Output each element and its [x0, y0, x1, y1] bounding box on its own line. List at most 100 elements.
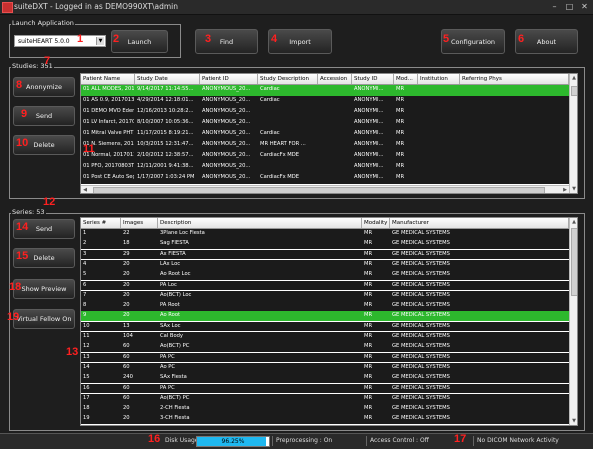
- study-row[interactable]: 01 AS 0.9, 20170131T0906464/29/2014 12:1…: [81, 96, 569, 107]
- cell-modality: MR: [364, 363, 373, 370]
- access-control-status: Access Control : Off: [370, 437, 429, 444]
- cell-study-id: ANONYMI...: [354, 141, 384, 147]
- cell-description: PA Loc: [160, 281, 177, 288]
- column-header-manufacturer[interactable]: Manufacturer: [390, 218, 569, 228]
- cell-study-date: 10/3/2015 12:31:47...: [137, 141, 194, 147]
- column-header-accession[interactable]: Accession: [318, 74, 352, 84]
- series-row[interactable]: 9 20 Ao Root MR GE MEDICAL SYSTEMS: [81, 311, 569, 322]
- studies-vertical-scrollbar[interactable]: ▲ ▼: [569, 74, 577, 193]
- column-header-patient-id[interactable]: Patient ID: [200, 74, 258, 84]
- study-row[interactable]: 01 PFO, 20170803T11333712/11/2001 9:41:3…: [81, 162, 569, 173]
- cell-study-id: ANONYMI...: [354, 108, 384, 114]
- column-header-study-description[interactable]: Study Description: [258, 74, 318, 84]
- configuration-button[interactable]: Configuration: [441, 29, 505, 54]
- cell-study-id: ANONYMI...: [354, 86, 384, 92]
- about-button[interactable]: About: [515, 29, 578, 54]
- series-row[interactable]: 4 20 LAx Loc MR GE MEDICAL SYSTEMS: [81, 259, 569, 270]
- cell-images: 22: [123, 230, 130, 236]
- callout-12: 12: [43, 196, 56, 208]
- cell-description: Ao PC: [160, 363, 176, 370]
- series-row[interactable]: 1 22 3Plane Loc Fiesta MR GE MEDICAL SYSTEMS: [81, 229, 569, 239]
- study-row[interactable]: 01 LV Infarct, 20170113T09...8/10/2007 1…: [81, 118, 569, 129]
- cell-description: LAx Loc: [160, 260, 181, 267]
- series-row[interactable]: 14 60 Ao PC MR GE MEDICAL SYSTEMS: [81, 362, 569, 373]
- cell-series-number: 14: [83, 363, 90, 370]
- cell-patient-name: 01 ALL MODES, 20171113T...: [83, 86, 134, 92]
- study-row[interactable]: 01 Mitral Valve PHT, 201701...11/17/2015…: [81, 129, 569, 140]
- column-header-modality[interactable]: Modality: [362, 218, 390, 228]
- column-header-referring-physician[interactable]: Referring Phys: [460, 74, 569, 84]
- series-row[interactable]: 16 60 PA PC MR GE MEDICAL SYSTEMS: [81, 383, 569, 394]
- cell-description: Sag FIESTA: [160, 240, 189, 247]
- series-row[interactable]: 6 20 PA Loc MR GE MEDICAL SYSTEMS: [81, 280, 569, 291]
- anonymize-button[interactable]: Anonymize: [13, 77, 75, 97]
- series-row[interactable]: 15 240 SAx Fiesta MR GE MEDICAL SYSTEMS: [81, 373, 569, 383]
- maximize-button[interactable]: □: [563, 1, 576, 12]
- show-preview-button[interactable]: Show Preview: [13, 279, 75, 299]
- cell-images: 104: [123, 333, 133, 339]
- cell-description: SAx Fiesta: [160, 374, 187, 381]
- cell-institution: [420, 140, 459, 148]
- cell-patient-name: 01 DEMO MVO Edema, 2015...: [83, 108, 134, 114]
- column-header-study-date[interactable]: Study Date: [135, 74, 200, 84]
- studies-horizontal-scrollbar[interactable]: ◀ ▶: [81, 185, 569, 193]
- launch-button[interactable]: Launch: [111, 30, 168, 53]
- scroll-down-icon[interactable]: ▼: [570, 185, 577, 193]
- series-row[interactable]: 11 104 Cal Body MR GE MEDICAL SYSTEMS: [81, 332, 569, 342]
- window-title: suiteDXT - Logged in as DEMO990XT\admin: [14, 2, 178, 11]
- study-row[interactable]: 01 ALL MODES, 20171113T...9/14/2017 11:1…: [81, 85, 569, 96]
- callout-18: 18: [9, 281, 22, 293]
- series-row[interactable]: 5 20 Ao Root Loc MR GE MEDICAL SYSTEMS: [81, 270, 569, 280]
- cell-referring-physician: [462, 129, 568, 137]
- series-row[interactable]: 2 18 Sag FIESTA MR GE MEDICAL SYSTEMS: [81, 239, 569, 250]
- series-row[interactable]: 7 20 Ao(BCT) Loc MR GE MEDICAL SYSTEMS: [81, 290, 569, 301]
- column-header-series-number[interactable]: Series #: [81, 218, 121, 228]
- series-table[interactable]: Series # Images Description Modality Manufac…: [80, 217, 578, 426]
- cell-modality: MR: [364, 271, 373, 278]
- study-row[interactable]: 01 Normal, 20170113T0931022/10/2012 12:3…: [81, 151, 569, 162]
- scroll-left-icon[interactable]: ◀: [81, 186, 89, 193]
- column-header-description[interactable]: Description: [158, 218, 362, 228]
- series-row[interactable]: 13 60 PA PC MR GE MEDICAL SYSTEMS: [81, 352, 569, 363]
- column-header-images[interactable]: Images: [121, 218, 158, 228]
- cell-accession: [320, 129, 351, 137]
- cell-referring-physician: [462, 96, 568, 104]
- study-row[interactable]: 01 Post CE Auto Seg#2, 2011...1/17/2007 …: [81, 173, 569, 184]
- cell-patient-name: 01 Mitral Valve PHT, 201701...: [83, 130, 134, 136]
- import-button[interactable]: Import: [268, 29, 332, 54]
- studies-vscroll-thumb[interactable]: [571, 86, 577, 96]
- close-button[interactable]: ✕: [578, 1, 591, 12]
- series-row[interactable]: 10 13 SAx Loc MR GE MEDICAL SYSTEMS: [81, 321, 569, 332]
- scroll-right-icon[interactable]: ▶: [561, 186, 569, 193]
- status-separator: [272, 436, 273, 446]
- cell-study-date: 8/10/2007 10:05:36...: [137, 119, 194, 125]
- cell-modality: MR: [364, 333, 373, 339]
- app-icon: [2, 2, 13, 13]
- series-row[interactable]: 3 29 Ax FIESTA MR GE MEDICAL SYSTEMS: [81, 249, 569, 260]
- series-row[interactable]: 8 20 PA Root MR GE MEDICAL SYSTEMS: [81, 301, 569, 311]
- study-row[interactable]: 01 N. Siemens, 20170113T09...10/3/2015 1…: [81, 140, 569, 151]
- launch-application-label: Launch Application: [11, 19, 75, 27]
- studies-table[interactable]: Patient Name Study Date Patient ID Study De…: [80, 73, 578, 194]
- cell-patient-id: ANONYMOUS_20...: [202, 163, 251, 169]
- scroll-down-icon[interactable]: ▼: [570, 417, 577, 425]
- study-row[interactable]: 01 DEMO MVO Edema, 2015...12/16/2013 10:…: [81, 107, 569, 118]
- virtual-fellow-on-button[interactable]: Virtual Fellow On: [13, 309, 75, 329]
- series-row[interactable]: 19 20 3-CH Fiesta MR GE MEDICAL SYSTEMS: [81, 414, 569, 425]
- column-header-study-id[interactable]: Study ID: [352, 74, 394, 84]
- series-vscroll-thumb[interactable]: [571, 228, 577, 296]
- studies-hscroll-thumb[interactable]: [93, 187, 545, 193]
- scroll-up-icon[interactable]: ▲: [570, 74, 577, 82]
- series-vertical-scrollbar[interactable]: ▲ ▼: [569, 218, 577, 425]
- minimize-button[interactable]: –: [548, 1, 561, 12]
- column-header-patient-name[interactable]: Patient Name: [81, 74, 135, 84]
- application-select[interactable]: suiteHEART 5.0.0 ▼: [14, 35, 106, 47]
- series-row[interactable]: 17 60 Ao(BCT) PC MR GE MEDICAL SYSTEMS: [81, 393, 569, 404]
- column-header-modality[interactable]: Mod...: [394, 74, 418, 84]
- cell-manufacturer: GE MEDICAL SYSTEMS: [392, 281, 450, 288]
- cell-series-number: 5: [83, 271, 87, 278]
- series-row[interactable]: 12 60 Ao(BCT) PC MR GE MEDICAL SYSTEMS: [81, 342, 569, 353]
- column-header-institution[interactable]: Institution: [418, 74, 460, 84]
- series-row[interactable]: 18 20 2-CH Fiesta MR GE MEDICAL SYSTEMS: [81, 404, 569, 414]
- scroll-up-icon[interactable]: ▲: [570, 218, 577, 226]
